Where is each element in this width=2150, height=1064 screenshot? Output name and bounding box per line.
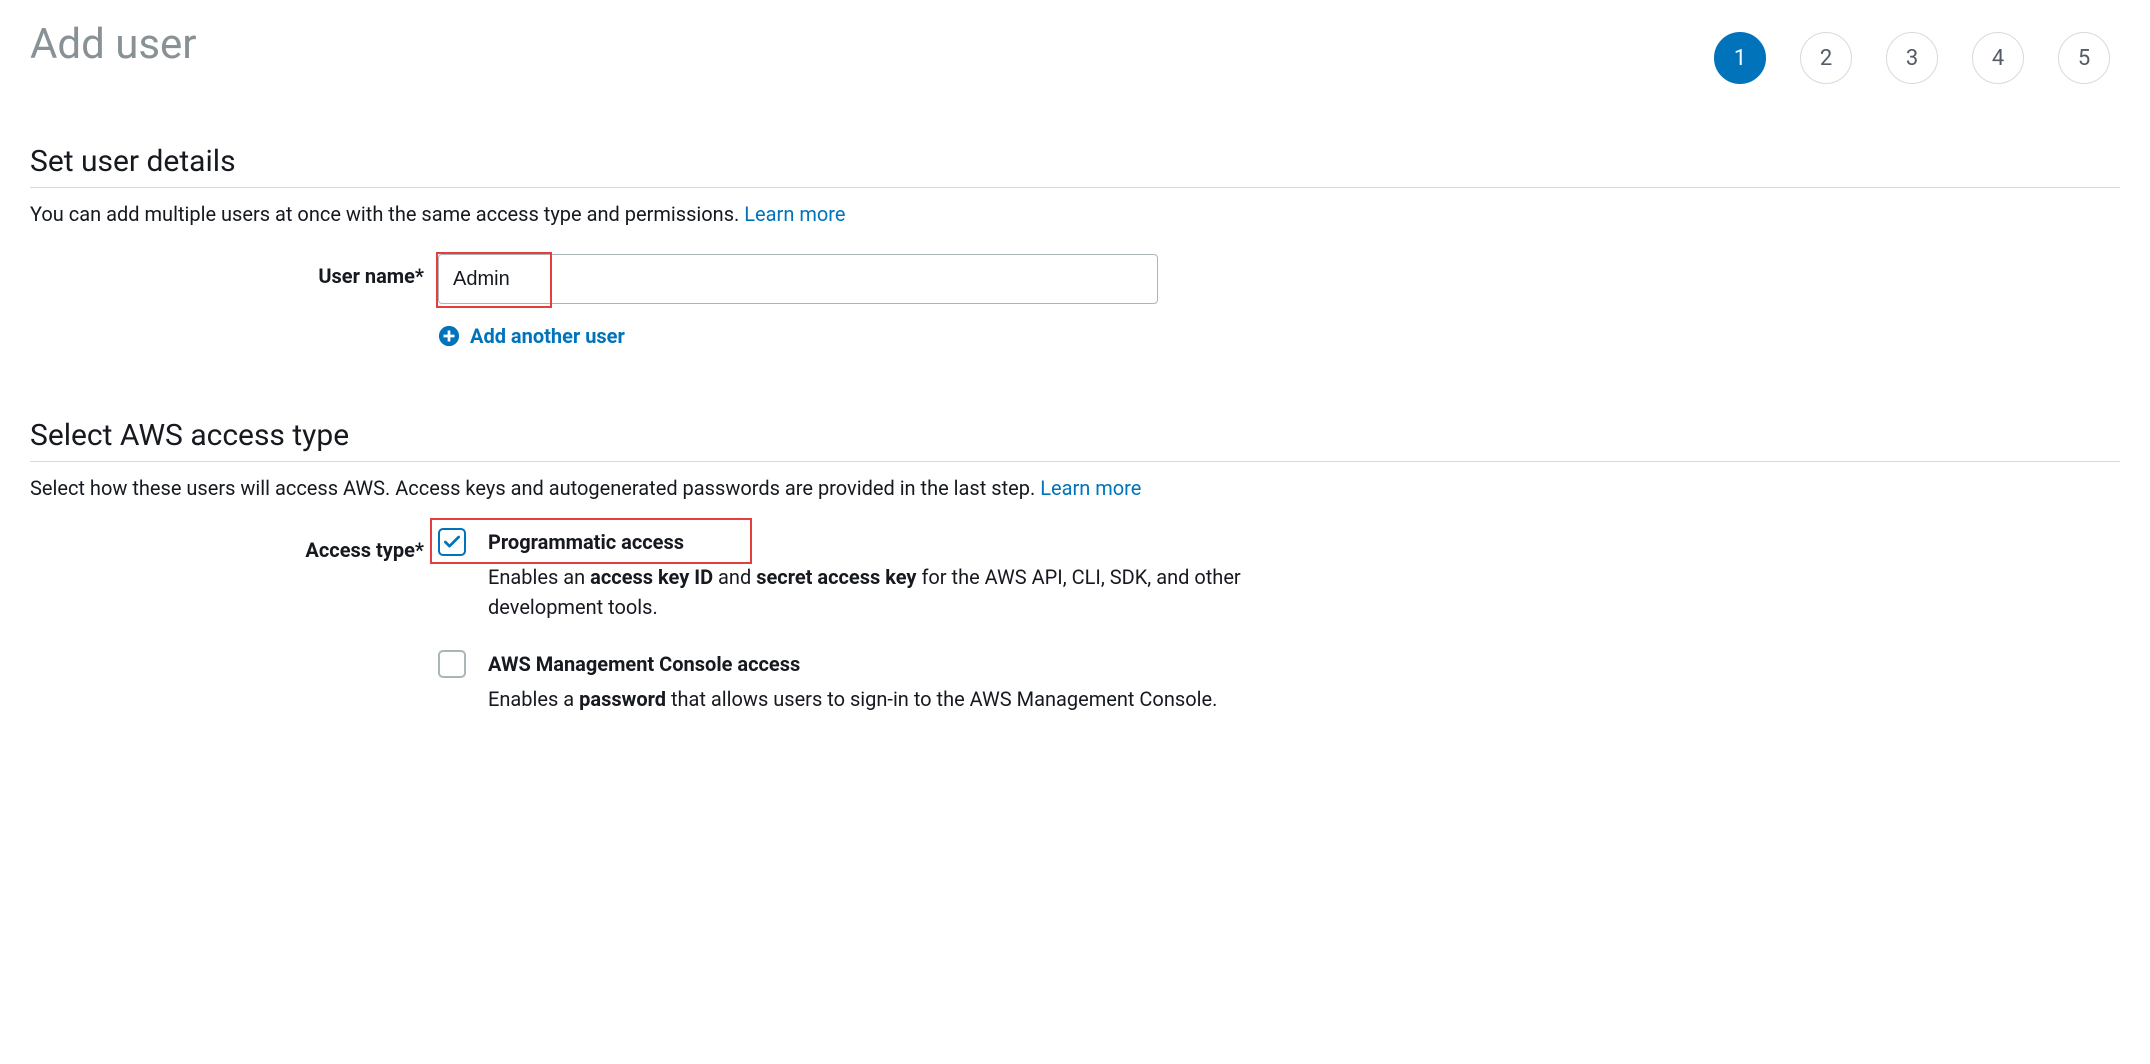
- wizard-steps: 1 2 3 4 5: [1714, 32, 2110, 84]
- access-option-programmatic: Programmatic access Enables an access ke…: [438, 528, 2120, 622]
- checkbox-programmatic-access[interactable]: [438, 528, 466, 556]
- programmatic-access-title: Programmatic access: [488, 530, 684, 554]
- step-1[interactable]: 1: [1714, 32, 1766, 84]
- access-type-description: Select how these users will access AWS. …: [30, 476, 2120, 500]
- page-title: Add user: [30, 20, 197, 69]
- username-label: User name*: [318, 264, 424, 288]
- console-access-title: AWS Management Console access: [488, 652, 800, 676]
- username-input[interactable]: [438, 254, 1158, 304]
- programmatic-access-desc: Enables an access key ID and secret acce…: [488, 562, 1338, 622]
- access-type-desc-text: Select how these users will access AWS. …: [30, 476, 1040, 500]
- step-2[interactable]: 2: [1800, 32, 1852, 84]
- learn-more-link-user-details[interactable]: Learn more: [744, 202, 845, 226]
- check-icon: [442, 532, 462, 552]
- user-details-description: You can add multiple users at once with …: [30, 202, 2120, 226]
- access-type-label: Access type*: [305, 538, 424, 562]
- access-type-heading: Select AWS access type: [30, 418, 2120, 462]
- add-another-user-button[interactable]: Add another user: [438, 324, 2120, 348]
- user-details-desc-text: You can add multiple users at once with …: [30, 202, 744, 226]
- checkbox-console-access[interactable]: [438, 650, 466, 678]
- console-access-desc: Enables a password that allows users to …: [488, 684, 1338, 714]
- access-option-console: AWS Management Console access Enables a …: [438, 650, 2120, 714]
- user-details-heading: Set user details: [30, 144, 2120, 188]
- step-3[interactable]: 3: [1886, 32, 1938, 84]
- step-4[interactable]: 4: [1972, 32, 2024, 84]
- step-5[interactable]: 5: [2058, 32, 2110, 84]
- plus-circle-icon: [438, 325, 460, 347]
- add-another-user-label: Add another user: [470, 324, 625, 348]
- learn-more-link-access-type[interactable]: Learn more: [1040, 476, 1141, 500]
